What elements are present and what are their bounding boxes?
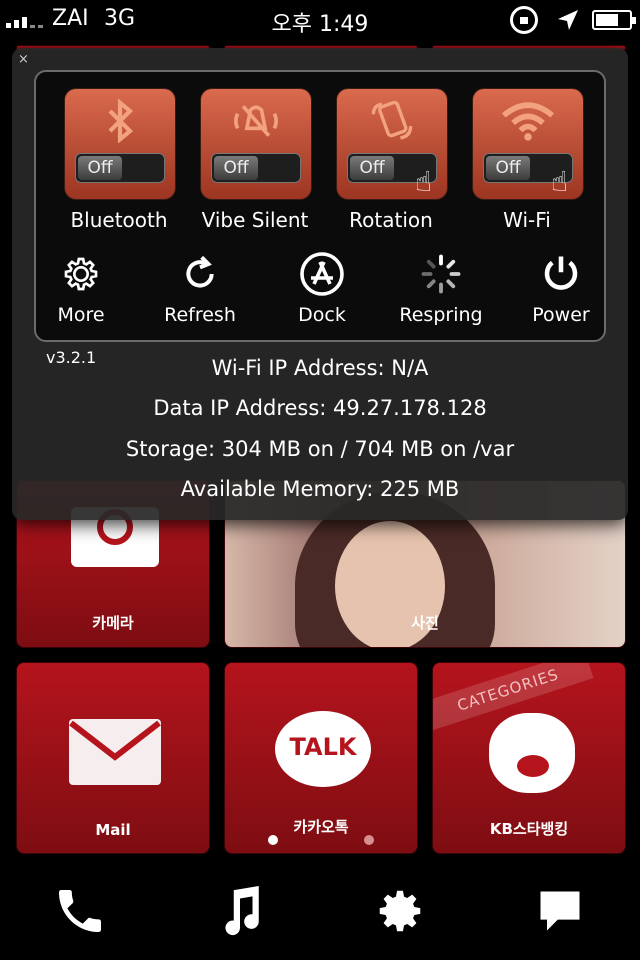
respring-button[interactable]: Respring (386, 250, 496, 326)
kakaotalk-icon-text: TALK (289, 733, 357, 761)
hand-pointer-icon: ☝ (551, 165, 569, 198)
rotation-toggle[interactable]: Off ☝ (336, 88, 448, 200)
rotation-switch-state: Off (350, 156, 394, 180)
data-ip-info: Data IP Address: 49.27.178.128 (153, 396, 487, 420)
envelope-flap (69, 720, 161, 761)
battery-icon (592, 10, 636, 30)
status-time: 오후 1:49 (271, 12, 369, 37)
kakaotalk-label: 카카오톡 (293, 818, 349, 836)
vibe-silent-toggle[interactable]: Off (200, 88, 312, 200)
more-label: More (57, 304, 105, 326)
location-icon (558, 10, 578, 30)
kakaotalk-tile[interactable]: TALK 카카오톡 (224, 662, 418, 854)
piggy-bank-icon (489, 713, 575, 793)
settings-icon[interactable] (365, 876, 435, 946)
app-store-icon (267, 250, 377, 298)
vibe-silent-icon (201, 99, 311, 143)
memory-info: Available Memory: 225 MB (180, 477, 460, 501)
page-dots (225, 835, 417, 845)
bluetooth-switch[interactable]: Off (75, 153, 165, 183)
orientation-lock-icon (510, 6, 538, 34)
power-icon (506, 250, 616, 298)
dock-button[interactable]: Dock (267, 250, 377, 326)
close-icon[interactable]: × (18, 52, 29, 67)
more-button[interactable]: More (26, 250, 136, 326)
wifi-ip-info: Wi-Fi IP Address: N/A (211, 356, 429, 380)
wifi-switch-state: Off (486, 156, 530, 180)
battery-level (596, 14, 618, 26)
gear-icon (26, 250, 136, 298)
spinner-icon (386, 250, 496, 298)
hand-pointer-icon: ☝ (415, 165, 433, 198)
respring-label: Respring (399, 304, 483, 326)
photos-label: 사진 (411, 614, 439, 632)
kbbank-label: KB스타뱅킹 (489, 820, 569, 838)
music-icon[interactable] (205, 876, 275, 946)
mail-label: Mail (95, 821, 131, 839)
refresh-label: Refresh (164, 304, 236, 326)
vibe-silent-label: Vibe Silent (201, 208, 309, 232)
sbsettings-overlay: × Off Bluetooth Off Vibe Silent Off ☝ Ro… (12, 48, 628, 520)
bluetooth-label: Bluetooth (70, 208, 168, 232)
mail-tile[interactable]: Mail (16, 662, 210, 854)
bluetooth-switch-state: Off (78, 156, 122, 180)
dock (0, 862, 640, 960)
wifi-icon (473, 99, 583, 143)
rotation-icon (337, 99, 447, 143)
toggle-panel: Off Bluetooth Off Vibe Silent Off ☝ Rota… (34, 70, 606, 342)
status-bar: ZAI 3G 오후 1:49 (0, 0, 640, 40)
kbbank-tile[interactable]: CATEGORIES KB스타뱅킹 (432, 662, 626, 854)
rotation-label: Rotation (349, 208, 433, 232)
pig-snout (517, 755, 549, 777)
refresh-button[interactable]: Refresh (145, 250, 255, 326)
dock-label: Dock (298, 304, 346, 326)
camera-label: 카메라 (92, 614, 134, 632)
bluetooth-toggle[interactable]: Off (64, 88, 176, 200)
storage-info: Storage: 304 MB on / 704 MB on /var (125, 437, 515, 461)
wifi-toggle[interactable]: Off ☝ (472, 88, 584, 200)
power-button[interactable]: Power (506, 250, 616, 326)
bluetooth-icon (65, 99, 175, 143)
refresh-icon (145, 250, 255, 298)
vibe-silent-switch-state: Off (214, 156, 258, 180)
messages-icon[interactable] (525, 876, 595, 946)
wifi-label: Wi-Fi (503, 208, 551, 232)
vibe-silent-switch[interactable]: Off (211, 153, 301, 183)
phone-icon[interactable] (45, 876, 115, 946)
power-label: Power (532, 304, 590, 326)
